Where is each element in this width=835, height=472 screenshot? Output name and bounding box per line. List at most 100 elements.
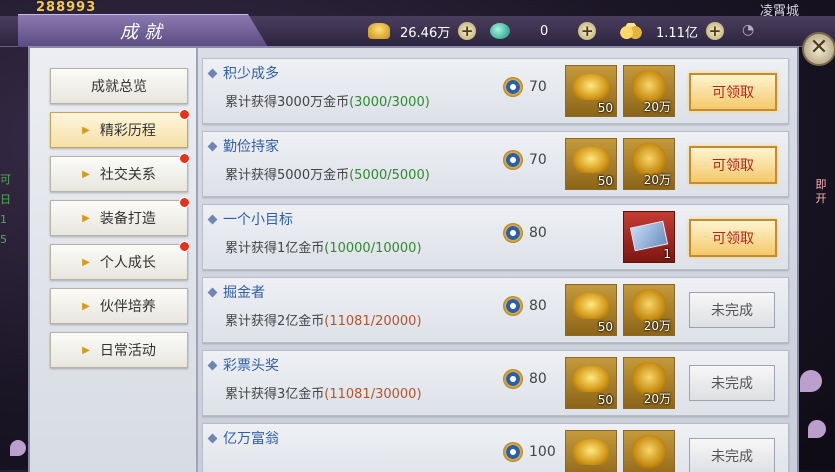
arrow-icon: ▶ [82, 344, 90, 356]
description-text: 累计获得2亿金币 [225, 314, 325, 329]
bag-reward[interactable]: 20万 [623, 357, 675, 409]
achievement-description: 累计获得3亿金币(11081/30000) [225, 383, 422, 402]
achievement-title: 一个小目标 [207, 209, 293, 229]
background-score: 288993 [36, 0, 97, 15]
notification-dot [179, 109, 190, 120]
achievement-list[interactable]: 积少成多 累计获得3000万金币(3000/3000) 70 50 20万 可领取 勤俭持家… [202, 58, 790, 472]
currency-gold: 26.46万 + [368, 18, 477, 44]
reward-quantity: 50 [597, 393, 613, 407]
gold-reward[interactable]: 50 [565, 65, 617, 117]
progress-text: (5000/5000) [349, 168, 430, 183]
notification-dot [179, 197, 190, 208]
points-value: 80 [529, 298, 547, 314]
arrow-icon: ▶ [82, 168, 90, 180]
diamond-icon [207, 360, 218, 370]
sidebar-item-label: 精彩历程 [99, 123, 156, 139]
achievement-description: 累计获得3000万金币(3000/3000) [225, 91, 430, 110]
gold-reward[interactable]: 50 [565, 357, 617, 409]
achievement-row: 彩票头奖累计获得3亿金币(11081/30000) 80 50 20万 未完成 [202, 350, 789, 416]
points-value: 80 [529, 225, 547, 241]
description-text: 累计获得3000万金币 [225, 95, 350, 110]
reward-quantity: 20万 [643, 392, 671, 406]
claim-button[interactable]: 可领取 [689, 219, 777, 257]
achievement-points: 80 [503, 296, 547, 316]
achievement-row: 掘金者 累计获得2亿金币(11081/20000) 80 50 20万 未完成 [202, 277, 789, 343]
incomplete-button[interactable]: 未完成 [689, 292, 775, 328]
sidebar-item-0[interactable]: 成就总览 [50, 68, 188, 104]
bag-reward[interactable] [623, 430, 675, 472]
window-title: 成就 [120, 22, 168, 43]
reward-quantity: 20万 [643, 319, 671, 333]
gold-reward[interactable]: 50 [565, 284, 617, 336]
sidebar-item-5[interactable]: ▶ 伙伴培养 [50, 288, 188, 324]
achievement-row: 一个小目标累计获得1亿金币(10000/10000) 80 1 可领取 [202, 204, 789, 270]
description-text: 累计获得5000万金币 [225, 168, 350, 183]
achievement-panel: 成就总览 ▶ 精彩历程 ▶ 社交关系 ▶ 装备打造 ▶ 个人成长 ▶ 伙伴培养 ▶ 日常活动 积少成多累… [28, 46, 799, 472]
achievement-row: 亿万富翁 100 未完成 [202, 423, 789, 472]
achievement-title-text: 彩票头奖 [223, 358, 279, 374]
sidebar-item-6[interactable]: ▶ 日常活动 [50, 332, 188, 368]
achievement-title-text: 一个小目标 [223, 212, 293, 228]
reward-quantity: 50 [597, 320, 613, 334]
add-jade-button[interactable]: + [578, 22, 597, 40]
currency-coins: 1.11亿 + [620, 18, 724, 44]
bag-reward[interactable]: 20万 [623, 65, 675, 117]
wifi-icon: ◔ [742, 22, 755, 38]
achievement-title: 彩票头奖 [207, 355, 279, 375]
claim-button[interactable]: 可领取 [689, 73, 777, 111]
notification-dot [179, 241, 190, 252]
sidebar-item-3[interactable]: ▶ 装备打造 [50, 197, 190, 236]
progress-text: (10000/10000) [324, 241, 422, 256]
achievement-title-text: 亿万富翁 [223, 431, 279, 447]
notification-dot [179, 153, 190, 164]
ticket-reward[interactable]: 1 [623, 211, 675, 263]
progress-text: (11081/30000) [324, 387, 422, 402]
gold-reward[interactable] [565, 430, 617, 472]
claim-button[interactable]: 可领取 [689, 146, 777, 184]
add-coins-button[interactable]: + [705, 22, 724, 40]
coin-bag-icon [632, 435, 666, 469]
petal-decoration [808, 420, 826, 438]
gold-ingot-icon [573, 293, 609, 319]
reward-quantity: 20万 [643, 173, 671, 187]
add-gold-button[interactable]: + [458, 22, 477, 40]
sidebar-item-4[interactable]: ▶ 个人成长 [50, 241, 190, 280]
achievement-row: 勤俭持家 累计获得5000万金币(5000/5000) 70 50 20万 可领取 [202, 131, 789, 197]
gold-ingot-icon [573, 366, 609, 392]
gold-ingot-icon [368, 23, 390, 39]
medal-icon [503, 296, 523, 316]
points-value: 80 [529, 371, 547, 387]
sidebar-item-label: 个人成长 [99, 255, 156, 271]
diamond-icon [207, 287, 218, 297]
incomplete-button[interactable]: 未完成 [689, 365, 775, 401]
achievement-description: 累计获得1亿金币(10000/10000) [225, 237, 422, 256]
description-text: 累计获得1亿金币 [225, 241, 325, 256]
achievement-title-text: 积少成多 [223, 66, 279, 82]
progress-text: (3000/3000) [349, 95, 430, 110]
gold-ingot-icon [573, 147, 609, 173]
medal-icon [503, 150, 523, 170]
incomplete-button[interactable]: 未完成 [689, 438, 775, 472]
petal-decoration [10, 440, 26, 456]
sidebar-item-1[interactable]: ▶ 精彩历程 [50, 109, 190, 148]
medal-icon [503, 442, 523, 462]
sidebar: 成就总览 ▶ 精彩历程 ▶ 社交关系 ▶ 装备打造 ▶ 个人成长 ▶ 伙伴培养 ▶ 日常活动 [30, 48, 198, 472]
sidebar-item-label: 伙伴培养 [99, 299, 156, 315]
sidebar-item-label: 日常活动 [99, 343, 156, 359]
diamond-icon [207, 433, 218, 443]
bag-reward[interactable]: 20万 [623, 138, 675, 190]
points-value: 100 [529, 444, 556, 460]
background-left-text: 可 日 1 5 [0, 173, 11, 246]
bag-reward[interactable]: 20万 [623, 284, 675, 336]
sidebar-item-2[interactable]: ▶ 社交关系 [50, 153, 190, 192]
achievement-title: 亿万富翁 [207, 428, 279, 448]
background-right-text: 即 开 [815, 178, 827, 205]
arrow-icon: ▶ [82, 212, 90, 224]
reward-quantity: 50 [597, 174, 613, 188]
close-button[interactable]: ✕ [802, 32, 835, 66]
achievement-title: 积少成多 [207, 63, 279, 83]
sidebar-item-label: 社交关系 [99, 167, 156, 183]
petal-decoration [800, 370, 822, 392]
gold-ingot-icon [573, 74, 609, 100]
gold-reward[interactable]: 50 [565, 138, 617, 190]
